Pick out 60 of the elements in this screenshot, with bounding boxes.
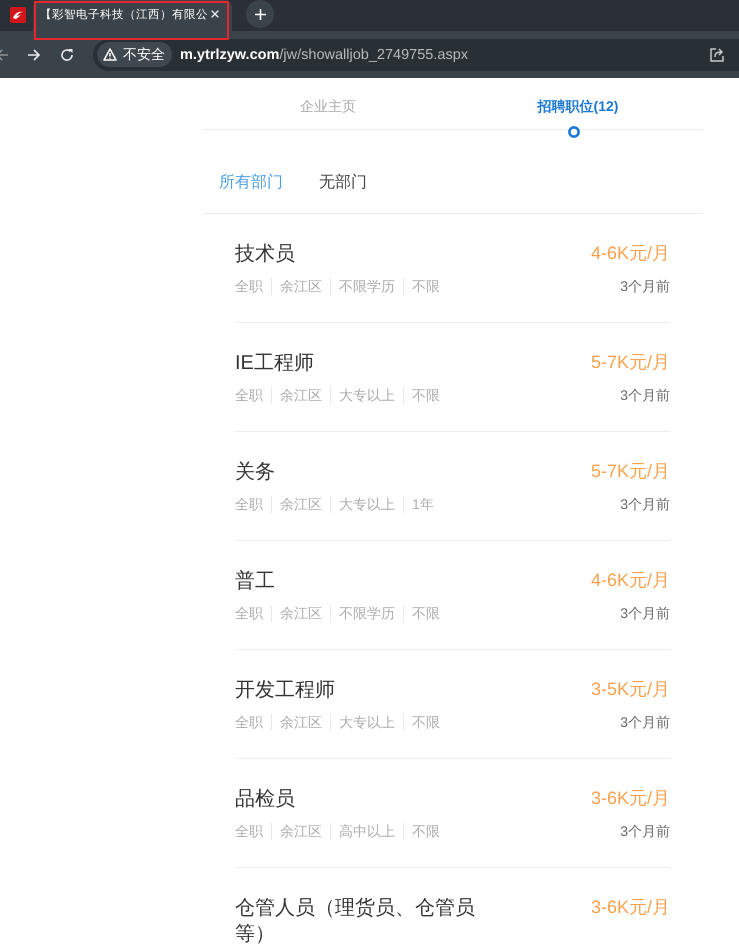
- job-tag: 余江区: [280, 386, 322, 404]
- reload-icon[interactable]: [60, 48, 74, 62]
- job-tag: 全职: [235, 822, 263, 840]
- site-logo-icon[interactable]: [10, 7, 26, 23]
- job-tag: 大专以上: [339, 495, 395, 513]
- job-tag: 不限学历: [339, 604, 395, 622]
- job-tag: 余江区: [280, 495, 322, 513]
- page-tab[interactable]: 招聘职位(12): [538, 78, 618, 129]
- job-tag: 不限: [412, 713, 440, 731]
- job-tag: 余江区: [280, 822, 322, 840]
- selected-ring-icon: [568, 126, 580, 138]
- salary-text: 5-7K元/月: [590, 460, 670, 483]
- posted-time: 3个月前: [620, 495, 670, 513]
- job-tag: 高中以上: [339, 822, 395, 840]
- salary-text: 5-7K元/月: [590, 351, 670, 374]
- job-title[interactable]: IE工程师: [235, 350, 314, 376]
- job-tag: 大专以上: [339, 713, 395, 731]
- job-tag: 不限学历: [339, 277, 395, 295]
- job-title[interactable]: 技术员: [235, 241, 295, 267]
- job-title[interactable]: 关务: [235, 459, 275, 485]
- job-tag: 大专以上: [339, 386, 395, 404]
- posted-time: 3个月前: [620, 277, 670, 295]
- job-title[interactable]: 开发工程师: [235, 677, 335, 703]
- address-bar[interactable]: 不安全 m.ytrlzyw.com/jw/showalljob_2749755.aspx: [93, 38, 739, 70]
- salary-text: 3-6K元/月: [590, 787, 670, 810]
- department-filter[interactable]: 无部门: [319, 173, 367, 193]
- posted-time: 3个月前: [620, 604, 670, 622]
- job-tag: 不限: [412, 277, 440, 295]
- job-tag: 余江区: [280, 713, 322, 731]
- job-tag: 不限: [412, 604, 440, 622]
- salary-text: 3-5K元/月: [590, 678, 670, 701]
- back-arrow-icon[interactable]: [0, 48, 8, 62]
- url-text[interactable]: m.ytrlzyw.com/jw/showalljob_2749755.aspx: [180, 46, 468, 62]
- posted-time: 3个月前: [620, 822, 670, 840]
- posted-time: 3个月前: [620, 713, 670, 731]
- job-title[interactable]: 普工: [235, 568, 275, 594]
- job-tag: 不限: [412, 822, 440, 840]
- job-tag: 余江区: [280, 604, 322, 622]
- job-tag: 全职: [235, 277, 263, 295]
- posted-time: 3个月前: [620, 386, 670, 404]
- job-tag: 全职: [235, 604, 263, 622]
- salary-text: 4-6K元/月: [590, 569, 670, 592]
- job-title[interactable]: 品检员: [235, 786, 295, 812]
- security-chip[interactable]: 不安全: [97, 42, 172, 67]
- warning-icon: [103, 48, 117, 61]
- new-tab-button[interactable]: [246, 0, 274, 28]
- job-tag: 全职: [235, 386, 263, 404]
- salary-text: 4-6K元/月: [590, 242, 670, 265]
- plus-icon: [254, 8, 266, 20]
- job-title[interactable]: 仓管人员（理货员、仓管员等）: [235, 895, 487, 947]
- job-tag: 1年: [412, 495, 434, 513]
- forward-arrow-icon[interactable]: [27, 48, 41, 62]
- job-tag: 不限: [412, 386, 440, 404]
- browser-tab[interactable]: 【彩智电子科技（江西）有限公: [33, 0, 232, 31]
- job-tag: 全职: [235, 713, 263, 731]
- job-tag: 全职: [235, 495, 263, 513]
- job-tag: 余江区: [280, 277, 322, 295]
- close-icon[interactable]: [211, 10, 219, 18]
- salary-text: 3-6K元/月: [590, 896, 670, 919]
- share-icon[interactable]: [709, 46, 725, 62]
